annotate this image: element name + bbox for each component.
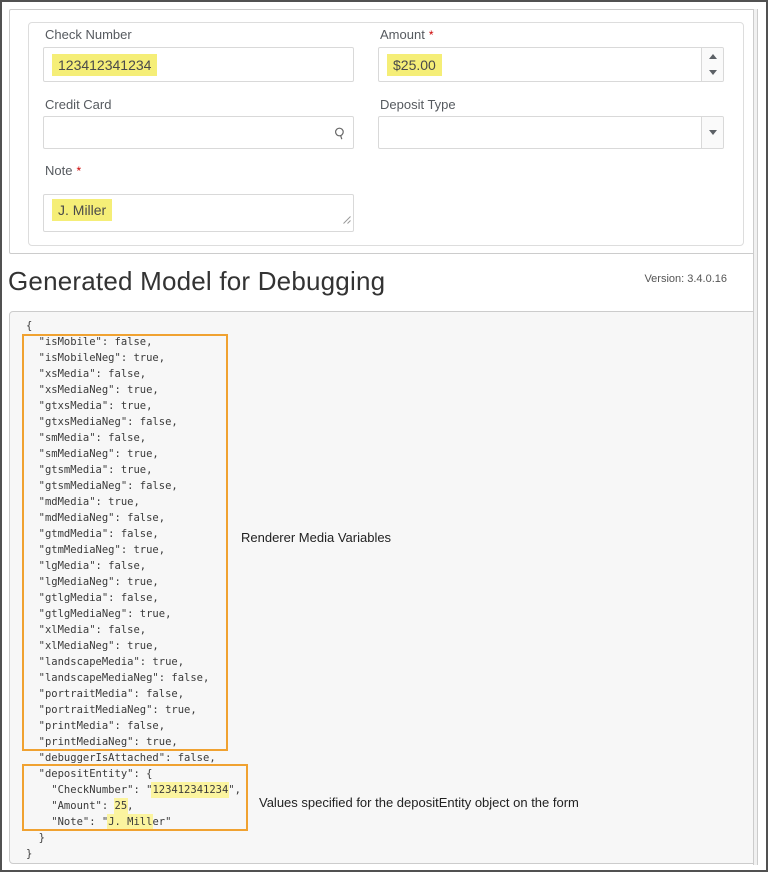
check-number-label-text: Check Number — [45, 27, 132, 42]
code-line: "gtlgMedia": false, — [26, 590, 241, 606]
arrow-down-icon — [709, 70, 717, 75]
page: Check Number 123412341234 Amount * $25.00… — [0, 0, 768, 872]
search-icon[interactable] — [334, 127, 347, 145]
version-label: Version: 3.4.0.16 — [644, 273, 727, 285]
code-lines: { "isMobile": false, "isMobileNeg": true… — [26, 318, 241, 862]
deposit-form-card: Check Number 123412341234 Amount * $25.00… — [9, 9, 757, 254]
code-line: "gtsmMediaNeg": false, — [26, 478, 241, 494]
code-line: "gtlgMediaNeg": true, — [26, 606, 241, 622]
highlighted-value: J. Mill — [107, 814, 153, 830]
credit-card-input[interactable] — [43, 116, 354, 149]
code-line: "landscapeMediaNeg": false, — [26, 670, 241, 686]
code-line: "debuggerIsAttached": false, — [26, 750, 241, 766]
code-line: "gtmdMedia": false, — [26, 526, 241, 542]
dropdown-button[interactable] — [701, 117, 723, 148]
credit-card-label-text: Credit Card — [45, 97, 111, 112]
note-label-text: Note — [45, 163, 72, 178]
deposit-type-label: Deposit Type — [380, 97, 456, 112]
check-number-input[interactable]: 123412341234 — [43, 47, 354, 82]
resize-handle-icon[interactable] — [342, 211, 351, 229]
code-line: } — [26, 830, 241, 846]
required-asterisk: * — [76, 164, 81, 178]
code-line: "xsMedia": false, — [26, 366, 241, 382]
media-variables-annotation: Renderer Media Variables — [241, 530, 391, 545]
chevron-down-icon — [709, 130, 717, 135]
code-line: "gtxsMedia": true, — [26, 398, 241, 414]
code-line: "CheckNumber": "123412341234", — [26, 782, 241, 798]
code-line: "xlMediaNeg": true, — [26, 638, 241, 654]
page-title: Generated Model for Debugging — [8, 266, 385, 297]
code-line: "gtxsMediaNeg": false, — [26, 414, 241, 430]
code-line: "portraitMedia": false, — [26, 686, 241, 702]
code-line: "smMediaNeg": true, — [26, 446, 241, 462]
arrow-up-icon — [709, 54, 717, 59]
code-line: "mdMediaNeg": false, — [26, 510, 241, 526]
code-line: "Note": "J. Miller" — [26, 814, 241, 830]
code-line: "depositEntity": { — [26, 766, 241, 782]
code-line: } — [26, 846, 241, 862]
amount-label: Amount * — [380, 27, 433, 42]
code-line: "lgMediaNeg": true, — [26, 574, 241, 590]
note-textarea[interactable]: J. Miller — [43, 194, 354, 232]
note-label: Note * — [45, 163, 81, 178]
deposit-entity-annotation: Values specified for the depositEntity o… — [259, 795, 579, 810]
check-number-label: Check Number — [45, 27, 132, 42]
code-line: "lgMedia": false, — [26, 558, 241, 574]
amount-spinner — [701, 48, 723, 81]
code-line: "gtmMediaNeg": true, — [26, 542, 241, 558]
code-line: "landscapeMedia": true, — [26, 654, 241, 670]
code-line: "xlMedia": false, — [26, 622, 241, 638]
highlighted-value: 25 — [114, 798, 129, 814]
deposit-form-panel: Check Number 123412341234 Amount * $25.00… — [28, 22, 744, 246]
debug-model-code-block: { "isMobile": false, "isMobileNeg": true… — [9, 311, 757, 864]
code-line: "gtsmMedia": true, — [26, 462, 241, 478]
highlighted-value: 123412341234 — [151, 782, 229, 798]
code-line: "printMediaNeg": true, — [26, 734, 241, 750]
deposit-type-select[interactable] — [378, 116, 724, 149]
spin-up-button[interactable] — [702, 48, 723, 65]
code-line: "smMedia": false, — [26, 430, 241, 446]
code-line: "isMobileNeg": true, — [26, 350, 241, 366]
spin-down-button[interactable] — [702, 65, 723, 82]
amount-value: $25.00 — [387, 54, 442, 76]
amount-input[interactable]: $25.00 — [378, 47, 724, 82]
amount-label-text: Amount — [380, 27, 425, 42]
note-value: J. Miller — [52, 199, 112, 221]
code-line: "portraitMediaNeg": true, — [26, 702, 241, 718]
code-line: "xsMediaNeg": true, — [26, 382, 241, 398]
scrollbar-track[interactable] — [753, 9, 758, 865]
required-asterisk: * — [429, 28, 434, 42]
code-line: "Amount": 25, — [26, 798, 241, 814]
deposit-type-label-text: Deposit Type — [380, 97, 456, 112]
code-line: { — [26, 318, 241, 334]
code-line: "isMobile": false, — [26, 334, 241, 350]
credit-card-label: Credit Card — [45, 97, 111, 112]
check-number-value: 123412341234 — [52, 54, 157, 76]
code-line: "mdMedia": true, — [26, 494, 241, 510]
code-line: "printMedia": false, — [26, 718, 241, 734]
